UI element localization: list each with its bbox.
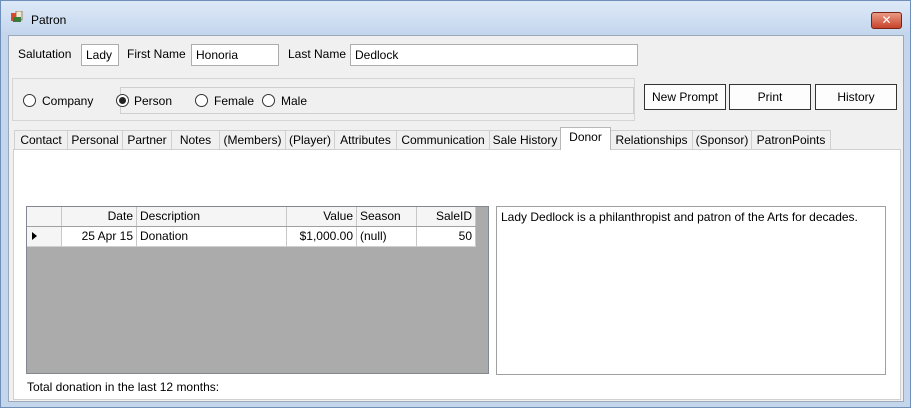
patron-window: Patron ✕ Salutation Lady First Name Hono… bbox=[0, 0, 911, 408]
tab-partner[interactable]: Partner bbox=[122, 130, 172, 150]
last-name-label: Last Name bbox=[288, 47, 347, 61]
tab-relationships[interactable]: Relationships bbox=[610, 130, 693, 150]
row-selector[interactable] bbox=[27, 227, 62, 246]
patron-type-group: Company Person Female Male bbox=[12, 78, 635, 121]
first-name-label: First Name bbox=[127, 47, 186, 61]
tab-player[interactable]: (Player) bbox=[285, 130, 335, 150]
last-name-field[interactable]: Dedlock bbox=[350, 44, 638, 66]
column-header-description[interactable]: Description bbox=[137, 207, 287, 226]
cell-saleid[interactable]: 50 bbox=[417, 227, 476, 246]
tab-notes[interactable]: Notes bbox=[171, 130, 220, 150]
salutation-label: Salutation bbox=[18, 47, 72, 61]
tab-sale-history[interactable]: Sale History bbox=[489, 130, 561, 150]
person-radio[interactable] bbox=[116, 94, 129, 107]
total-donation-label: Total donation in the last 12 months: bbox=[27, 380, 220, 394]
salutation-field[interactable]: Lady bbox=[81, 44, 119, 66]
cell-description[interactable]: Donation bbox=[137, 227, 287, 246]
male-radio[interactable] bbox=[262, 94, 275, 107]
column-header-value[interactable]: Value bbox=[287, 207, 357, 226]
title-bar[interactable]: Patron ✕ bbox=[1, 1, 910, 33]
tab-members[interactable]: (Members) bbox=[219, 130, 286, 150]
female-radio-label[interactable]: Female bbox=[214, 94, 254, 108]
tab-donor[interactable]: Donor bbox=[560, 127, 611, 150]
patron-app-icon bbox=[11, 11, 23, 22]
new-prompt-button[interactable]: New Prompt bbox=[644, 84, 726, 110]
cell-date[interactable]: 25 Apr 15 bbox=[62, 227, 137, 246]
close-icon: ✕ bbox=[881, 13, 892, 27]
print-button[interactable]: Print bbox=[729, 84, 811, 110]
tab-communication[interactable]: Communication bbox=[396, 130, 490, 150]
company-radio-label[interactable]: Company bbox=[42, 94, 93, 108]
tab-attributes[interactable]: Attributes bbox=[334, 130, 397, 150]
grid-row-header-corner bbox=[27, 207, 62, 226]
history-button[interactable]: History bbox=[815, 84, 897, 110]
cell-season[interactable]: (null) bbox=[357, 227, 417, 246]
close-button[interactable]: ✕ bbox=[871, 12, 902, 29]
female-radio[interactable] bbox=[195, 94, 208, 107]
cell-value[interactable]: $1,000.00 bbox=[287, 227, 357, 246]
person-options-panel: Person Female Male bbox=[116, 87, 634, 114]
donations-grid[interactable]: Date Description Value Season SaleID 25 … bbox=[26, 206, 489, 374]
donor-notes-field[interactable]: Lady Dedlock is a philanthropist and pat… bbox=[496, 206, 886, 375]
tab-patronpoints[interactable]: PatronPoints bbox=[751, 130, 831, 150]
person-radio-label[interactable]: Person bbox=[134, 94, 172, 108]
grid-header-row: Date Description Value Season SaleID bbox=[27, 207, 476, 227]
male-radio-label[interactable]: Male bbox=[281, 94, 307, 108]
first-name-field[interactable]: Honoria bbox=[191, 44, 279, 66]
tab-contact[interactable]: Contact bbox=[14, 130, 68, 150]
tab-personal[interactable]: Personal bbox=[67, 130, 123, 150]
tab-sponsor[interactable]: (Sponsor) bbox=[692, 130, 752, 150]
column-header-date[interactable]: Date bbox=[62, 207, 137, 226]
column-header-season[interactable]: Season bbox=[357, 207, 417, 226]
donor-tab-panel: Date Description Value Season SaleID 25 … bbox=[13, 149, 901, 400]
patron-form: Salutation Lady First Name Honoria Last … bbox=[8, 35, 904, 402]
window-title: Patron bbox=[31, 13, 67, 27]
current-row-arrow-icon bbox=[32, 232, 37, 240]
column-header-saleid[interactable]: SaleID bbox=[417, 207, 476, 226]
company-radio[interactable] bbox=[23, 94, 36, 107]
table-row[interactable]: 25 Apr 15 Donation $1,000.00 (null) 50 bbox=[27, 227, 476, 247]
